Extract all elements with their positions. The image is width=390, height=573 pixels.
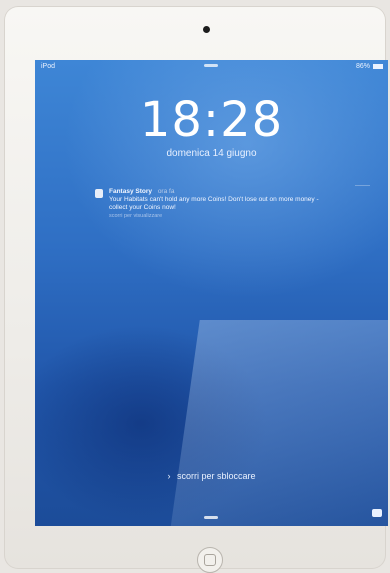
screen-reflection xyxy=(170,320,388,526)
notification-card[interactable]: Fantasy Story ora fa Your Habitats can't… xyxy=(95,188,335,220)
status-bar: iPod 86% xyxy=(35,60,388,74)
front-camera xyxy=(203,26,210,33)
chevron-right-icon: › xyxy=(167,471,171,481)
slide-to-unlock[interactable]: › scorri per sbloccare xyxy=(35,471,388,481)
home-button-icon[interactable] xyxy=(197,547,223,573)
notification-center-handle[interactable] xyxy=(204,64,218,67)
lock-clock: 18:28 xyxy=(139,92,284,148)
ipad-device: iPod 86% 18:28 domenica 14 giugno Fantas… xyxy=(4,6,388,573)
notification-message: Your Habitats can't hold any more Coins!… xyxy=(109,196,319,211)
battery-icon xyxy=(373,64,383,69)
unlock-hint-label: scorri per sbloccare xyxy=(176,471,256,481)
lock-date: domenica 14 giugno xyxy=(166,148,257,159)
lock-screen[interactable]: iPod 86% 18:28 domenica 14 giugno Fantas… xyxy=(35,60,388,526)
notification-app-name: Fantasy Story xyxy=(109,188,152,195)
app-icon xyxy=(95,189,103,198)
carrier-label: iPod xyxy=(41,63,56,70)
notification-side-mark: ——— xyxy=(355,183,370,189)
camera-icon[interactable] xyxy=(372,509,382,517)
notification-action[interactable]: scorri per visualizzare xyxy=(109,212,335,220)
notification-time: ora fa xyxy=(157,188,175,195)
control-center-handle[interactable] xyxy=(204,516,218,519)
battery-percent: 86% xyxy=(355,63,370,70)
home-square xyxy=(204,554,216,566)
